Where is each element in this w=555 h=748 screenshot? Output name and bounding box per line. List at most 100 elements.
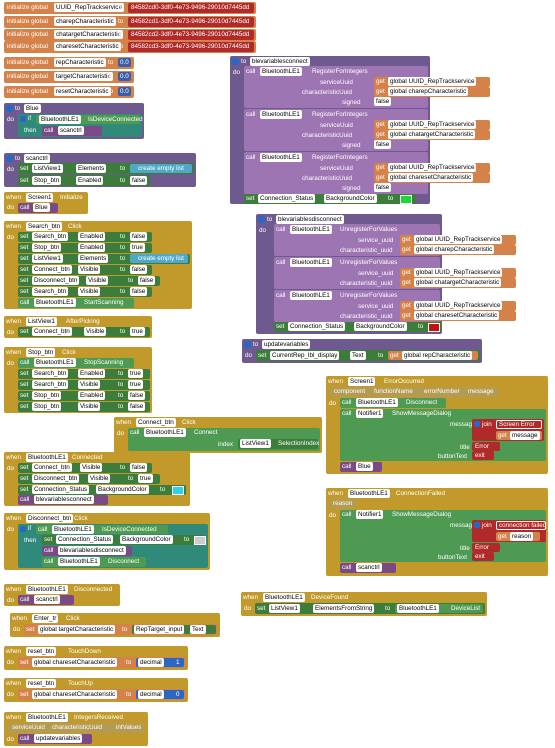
call-disconnect[interactable]: call BluetoothLE1 Disconnect — [42, 557, 146, 567]
call-blue[interactable]: call Blue — [340, 462, 382, 472]
call-stop-scanning[interactable]: call BluetoothLE1 StopScanning — [18, 358, 134, 368]
event-listview-afterpicking[interactable]: when ListView1 AfterPicking do set Connec… — [4, 316, 152, 338]
global-init-rep[interactable]: initialize global repCharacteristic to 0… — [4, 57, 134, 69]
procedure-name[interactable]: Blue — [24, 104, 41, 113]
event-connection-failed[interactable]: when BluetoothLE1 ConnectionFailed reaso… — [326, 488, 548, 576]
set-stop-enabled[interactable]: set Stop_btn Enabled to false — [18, 175, 150, 186]
global-init-target[interactable]: initialize global targetCharacteristic t… — [4, 71, 134, 83]
if-connected-block[interactable]: if call BluetoothLE1 IsDeviceConnected the… — [18, 524, 208, 568]
search-set-row[interactable]: set Disconnect_btn Visible to false — [18, 276, 160, 286]
var-name[interactable]: resetCharacteristic — [54, 87, 111, 96]
procedure-name[interactable]: blevariablesconnect — [250, 57, 310, 66]
procedure-gear-icon — [6, 105, 13, 112]
call-start-scanning[interactable]: call BluetoothLE1 StartScanning — [18, 298, 134, 308]
register-group-1[interactable]: call BluetoothLE1 RegisterForIntegers se… — [244, 66, 490, 108]
procedure-updatevariables[interactable]: to updatevariables do set CurrentRep_lbl_… — [242, 339, 482, 363]
connected-set-row[interactable]: set Disconnect_btn Visible to true — [18, 474, 160, 484]
global-init-charep[interactable]: initialize global charepCharacteristic t… — [4, 16, 256, 28]
if-block[interactable]: if BluetoothLE1 IsDeviceConnected then ca… — [18, 114, 143, 137]
call-ble-disconnect[interactable]: call BluetoothLE1 Disconnect — [340, 398, 446, 408]
global-init-chatarget[interactable]: initialize global chatargetCharacteristi… — [4, 29, 256, 41]
set-global-reset-1[interactable]: set global charesetCharacteristic to decima… — [18, 657, 186, 668]
register-group-2[interactable]: call BluetoothLE1 RegisterForIntegers se… — [244, 109, 490, 151]
var-name[interactable]: targetCharacteristic — [54, 72, 113, 81]
mutator-icon — [474, 421, 480, 427]
string-value[interactable]: 84582cd3-3df0-4e73-9496-29010d7445dd — [131, 42, 249, 51]
search-set-row[interactable]: set Connect_btn Visible to false — [18, 265, 152, 275]
global-init-chareset[interactable]: initialize global charesetCharacteristic… — [4, 41, 256, 53]
event-disconnect-click[interactable]: when Disconnect_btn Click do if call Blue… — [4, 513, 210, 570]
global-init-uuid[interactable]: initialize global UUID_RepTrackservice t… — [4, 2, 256, 14]
var-name[interactable]: chatargetCharacteristic — [54, 30, 123, 39]
set-current-rep-text[interactable]: set CurrentRep_lbl_display Text to get global… — [256, 350, 480, 361]
search-set-row[interactable]: set Stop_btn Enabled to true — [18, 243, 152, 253]
procedure-gear-icon — [244, 341, 251, 348]
set-status-gray[interactable]: set Connection_Status BackgroundColor to — [42, 535, 206, 545]
var-name[interactable]: repCharacteristic — [54, 58, 106, 67]
var-name[interactable]: charepCharacteristic — [54, 17, 116, 26]
call-show-message-dialog[interactable]: call Notifier1 ShowMessageDialog message… — [340, 409, 546, 461]
set-listview-elements-from-string[interactable]: set ListView1 ElementsFromString to Bluetoot… — [255, 603, 485, 614]
event-ble-disconnected[interactable]: when BluetoothLE1 Disconnected do call sc… — [4, 584, 120, 606]
connected-set-status[interactable]: set Connection_Status BackgroundColor to — [18, 485, 186, 495]
event-stop-click[interactable]: when Stop_btn Click do call BluetoothLE1 S… — [4, 347, 152, 413]
set-status-green[interactable]: set Connection_Status BackgroundColor to — [244, 194, 416, 204]
event-integers-received[interactable]: when BluetoothLE1 IntegersReceived servi… — [4, 712, 148, 746]
procedure-blue[interactable]: to Blue do if BluetoothLE1 IsDeviceConnec… — [4, 103, 144, 139]
global-init-reset[interactable]: initialize global resetCharacteristic to… — [4, 86, 134, 98]
connected-set-row[interactable]: set Connect_btn Visible to false — [18, 463, 152, 473]
unregister-group-1[interactable]: call BluetoothLE1 UnregisterForValues se… — [274, 224, 516, 256]
var-name[interactable]: charesetCharacteristic — [54, 42, 121, 51]
color-swatch-cyan[interactable] — [172, 486, 184, 495]
procedure-name[interactable]: scanctrl — [24, 154, 50, 163]
event-connect-click[interactable]: when Connect_btn Click do call Bluetooth… — [114, 417, 322, 453]
event-error-occurred[interactable]: when Screen1 ErrorOccurred component func… — [326, 376, 548, 474]
color-swatch-green[interactable] — [400, 195, 412, 204]
unregister-group-3[interactable]: call BluetoothLE1 UnregisterForValues se… — [274, 290, 516, 322]
string-value[interactable]: 84582cd2-3df0-4e73-9496-29010d7445dd — [131, 30, 249, 39]
stop-set-row[interactable]: set Search_btn Enabled to true — [18, 369, 150, 379]
stop-set-row[interactable]: set Stop_btn Enabled to false — [18, 391, 150, 401]
join-block[interactable]: join connection failed get reason — [472, 520, 546, 542]
call-connect[interactable]: call BluetoothLE1 Connect index ListView… — [128, 428, 320, 451]
set-listview-elements[interactable]: set ListView1 Elements to create empty l… — [18, 163, 194, 174]
call-show-message-dialog[interactable]: call Notifier1 ShowMessageDialog message… — [340, 510, 546, 562]
number-value[interactable]: 0.0 — [118, 72, 131, 81]
search-set-row[interactable]: set Search_btn Visible to false — [18, 287, 152, 297]
event-reset-touchup[interactable]: when reset_btn TouchUp do set global char… — [4, 678, 188, 702]
unregister-group-2[interactable]: call BluetoothLE1 UnregisterForValues se… — [274, 257, 516, 289]
set-global-target[interactable]: set global targetCharacteristic to RepTarge… — [24, 624, 218, 635]
event-reset-touchdown[interactable]: when reset_btn TouchDown do set global ch… — [4, 646, 188, 670]
event-enter-click[interactable]: when Enter_tr Click do set global targetC… — [10, 613, 220, 637]
procedure-name[interactable]: blevariablesdisconnect — [276, 215, 344, 224]
call-scanctrl[interactable]: call scanctrl — [18, 595, 74, 605]
stop-set-row[interactable]: set Search_btn Visible to true — [18, 380, 150, 390]
search-set-row[interactable]: set Search_btn Enabled to false — [18, 232, 152, 242]
set-global-reset-0[interactable]: set global charesetCharacteristic to decima… — [18, 689, 186, 700]
number-value[interactable]: 0.0 — [118, 87, 131, 96]
search-set-row[interactable]: set ListView1 Elements to create empty list — [18, 254, 190, 264]
color-swatch-red[interactable] — [428, 323, 440, 332]
procedure-name[interactable]: updatevariables — [262, 340, 311, 349]
event-device-found[interactable]: when BluetoothLE1 DeviceFound do set List… — [241, 592, 487, 616]
procedure-blevariablesdisconnect[interactable]: to blevariablesdisconnect do call Blueto… — [256, 214, 516, 334]
string-value[interactable]: 84582cd1-3df0-4e73-9496-29010d7445dd — [131, 17, 249, 26]
call-blevariablesconnect[interactable]: call blevariablesconnect — [18, 495, 108, 505]
event-ble-connected[interactable]: when BluetoothLE1 Connected do set Connec… — [4, 452, 190, 506]
set-connect-visible[interactable]: set Connect_btn Visible to true — [18, 327, 150, 337]
join-block[interactable]: join Screen Error get message — [472, 419, 544, 441]
procedure-scanctrl[interactable]: to scanctrl do set ListView1 Elements to… — [4, 153, 196, 187]
set-status-red[interactable]: set Connection_Status BackgroundColor to — [274, 322, 442, 332]
register-group-3[interactable]: call BluetoothLE1 RegisterForIntegers se… — [244, 152, 490, 194]
string-value[interactable]: 84582cd0-3df0-4e73-9496-29010d7445dd — [131, 3, 249, 12]
event-search-click[interactable]: when Search_btn Click do set Search_btn En… — [4, 221, 192, 309]
number-value[interactable]: 0.0 — [118, 58, 131, 67]
call-blevariablesdisconnect[interactable]: call blevariablesdisconnect — [42, 546, 132, 556]
procedure-blevariablesconnect[interactable]: to blevariablesconnect do call Bluetooth… — [230, 56, 490, 204]
stop-set-row[interactable]: set Stop_btn Visible to false — [18, 402, 150, 412]
call-scanctrl[interactable]: call scanctrl — [340, 563, 396, 573]
color-swatch-gray[interactable] — [194, 536, 206, 545]
var-name[interactable]: UUID_RepTrackservice — [54, 3, 124, 12]
call-updatevariables[interactable]: call updatevariables — [18, 734, 92, 744]
event-screen-initialize[interactable]: when Screen1 Initialize do call Blue — [4, 192, 88, 214]
